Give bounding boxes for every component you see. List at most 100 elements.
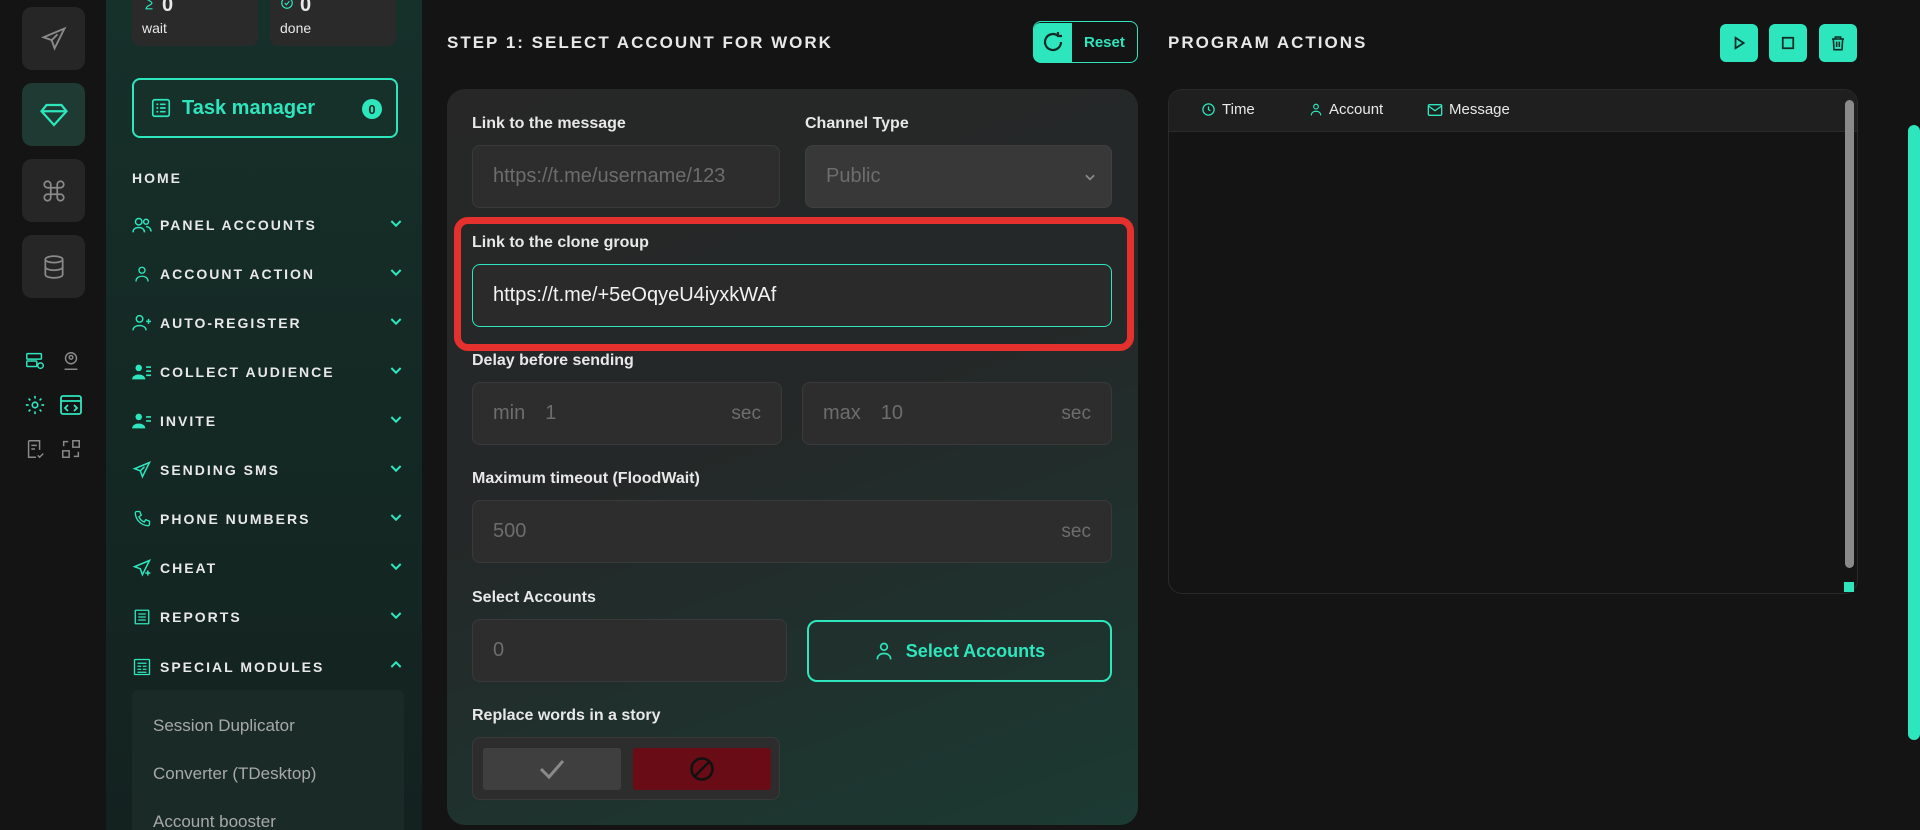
chevron-down-icon (390, 220, 402, 228)
channel-type-select[interactable]: Public (805, 145, 1112, 208)
nav-item-panel-accounts[interactable]: PANEL ACCOUNTS (132, 212, 404, 238)
toggle-disable-option[interactable] (633, 748, 771, 790)
submenu-converter-tdesktop[interactable]: Converter (TDesktop) (153, 764, 316, 784)
rail-database-button[interactable] (22, 235, 85, 298)
rail-swap-button[interactable] (58, 436, 84, 462)
reset-button[interactable]: Reset (1033, 21, 1138, 63)
accounts-count-value: 0 (493, 639, 505, 661)
nav-item-reports[interactable]: REPORTS (132, 604, 404, 630)
log-column-account[interactable]: Account (1309, 101, 1383, 118)
message-link-label: Link to the message (472, 115, 626, 132)
delay-min-prefix: min (493, 402, 526, 424)
rail-command-button[interactable] (22, 159, 85, 222)
message-link-placeholder: https://t.me/username/123 (493, 165, 726, 187)
chevron-down-icon (390, 465, 402, 473)
paper-plane-icon (132, 461, 152, 479)
nav-item-account-action[interactable]: ACCOUNT ACTION (132, 261, 404, 287)
channel-type-label: Channel Type (805, 115, 909, 132)
rail-notes-button[interactable] (22, 436, 48, 462)
chevron-down-icon (390, 367, 402, 375)
reset-label: Reset (1084, 33, 1125, 51)
rail-diamond-button[interactable] (22, 83, 85, 146)
stat-wait-value: 0 (162, 0, 174, 16)
log-resize-handle[interactable] (1844, 582, 1854, 592)
mail-icon (1427, 103, 1443, 116)
swap-icon (62, 440, 80, 458)
chevron-down-icon (390, 514, 402, 522)
nav-item-special-modules[interactable]: SPECIAL MODULES (132, 654, 404, 680)
select-accounts-button-label: Select Accounts (905, 640, 1046, 661)
delay-max-input[interactable]: max 10 sec (802, 382, 1112, 445)
nav-item-sending-sms[interactable]: SENDING SMS (132, 457, 404, 483)
accounts-count-input[interactable]: 0 (472, 619, 787, 682)
user-list-icon (132, 364, 151, 380)
channel-type-value: Public (826, 165, 881, 187)
log-column-time[interactable]: Time (1201, 101, 1255, 118)
rail-settings-button[interactable] (22, 392, 48, 418)
nav-item-label: AUTO-REGISTER (160, 315, 302, 331)
task-list-icon (151, 98, 171, 118)
timeout-value: 500 (493, 520, 527, 542)
clone-group-highlight (454, 217, 1134, 351)
check-icon (539, 760, 565, 780)
stat-wait: 0 wait (132, 0, 258, 46)
user-plus-icon (132, 314, 151, 331)
delay-label: Delay before sending (472, 352, 634, 369)
nav-item-label: PANEL ACCOUNTS (160, 217, 317, 233)
nav-item-label: COLLECT AUDIENCE (160, 364, 335, 380)
log-column-account-label: Account (1329, 101, 1384, 118)
nav-item-phone-numbers[interactable]: PHONE NUMBERS (132, 506, 404, 532)
stop-button[interactable] (1769, 24, 1807, 62)
timeout-label: Maximum timeout (FloodWait) (472, 470, 700, 487)
clock-icon (1202, 103, 1215, 116)
task-manager-button[interactable]: Task manager 0 (132, 78, 398, 138)
program-actions-log[interactable]: Time Account Message (1168, 89, 1858, 594)
toggle-enable-option[interactable] (483, 748, 621, 790)
message-link-input[interactable]: https://t.me/username/123 (472, 145, 780, 208)
nav-home[interactable]: HOME (132, 170, 182, 186)
submenu-account-booster[interactable]: Account booster (153, 812, 276, 830)
nav-item-label: SPECIAL MODULES (160, 659, 325, 675)
log-column-message-label: Message (1449, 101, 1510, 118)
play-button[interactable] (1720, 24, 1758, 62)
nav-item-cheat[interactable]: CHEAT (132, 555, 404, 581)
rail-code-button[interactable] (58, 392, 84, 418)
special-modules-submenu: Session Duplicator Converter (TDesktop) … (132, 690, 404, 830)
timeout-input[interactable]: 500 sec (472, 500, 1112, 563)
select-accounts-button[interactable]: Select Accounts (807, 620, 1112, 682)
chevron-down-icon (1085, 174, 1095, 181)
user-icon (135, 266, 149, 282)
delay-max-unit: sec (1061, 402, 1091, 424)
users-icon (132, 217, 152, 233)
stop-icon (1781, 36, 1795, 50)
nav-item-invite[interactable]: INVITE (132, 408, 404, 434)
stat-done-value: 0 (300, 0, 312, 16)
sidebar: 0 wait 0 done Task manager 0 HOME PANEL … (106, 0, 422, 830)
user-icon (876, 642, 892, 660)
nav-item-label: REPORTS (160, 609, 242, 625)
stat-done: 0 done (270, 0, 396, 46)
rail-server-check-button[interactable] (22, 348, 48, 374)
phone-icon (134, 510, 151, 527)
nav-item-auto-register[interactable]: AUTO-REGISTER (132, 310, 404, 336)
page-scrollbar[interactable] (1908, 125, 1920, 740)
check-circle-icon (281, 0, 293, 9)
step-title: STEP 1: SELECT ACCOUNT FOR WORK (447, 33, 833, 52)
clear-log-button[interactable] (1819, 24, 1857, 62)
hourglass-icon (145, 0, 153, 10)
nav-item-label: CHEAT (160, 560, 218, 576)
rail-user-pin-button[interactable] (58, 348, 84, 374)
notes-check-icon (27, 440, 44, 459)
nav-item-collect-audience[interactable]: COLLECT AUDIENCE (132, 359, 404, 385)
submenu-session-duplicator[interactable]: Session Duplicator (153, 716, 295, 736)
user-pin-icon (64, 352, 78, 370)
log-scrollbar[interactable] (1845, 100, 1854, 568)
rail-send-button[interactable] (22, 7, 85, 70)
delay-min-value: 1 (545, 402, 557, 424)
replace-words-toggle (472, 737, 780, 800)
trash-icon (1832, 36, 1844, 51)
delay-min-input[interactable]: min 1 sec (472, 382, 782, 445)
log-column-message[interactable]: Message (1427, 101, 1510, 118)
user-invite-icon (132, 413, 151, 429)
gear-icon (25, 395, 45, 415)
